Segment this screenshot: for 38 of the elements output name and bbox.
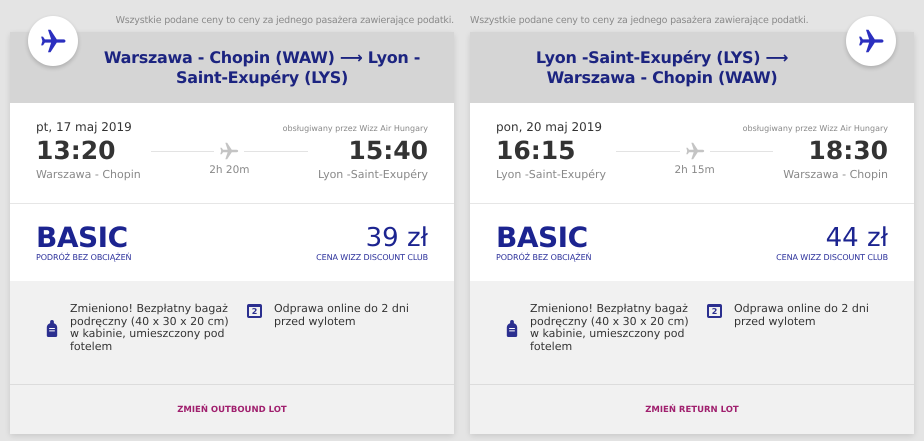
operator-text: obsługiwany przez Wizz Air Hungary bbox=[742, 124, 888, 133]
calendar-icon: 2 bbox=[707, 304, 722, 318]
operator-text: obsługiwany przez Wizz Air Hungary bbox=[282, 124, 428, 133]
change-flight-button[interactable]: ZMIEŃ RETURN LOT bbox=[641, 400, 743, 418]
arrival-airport: Lyon -Saint-Exupéry bbox=[318, 168, 428, 181]
flight-duration: 2h 20m bbox=[209, 164, 250, 176]
backpack-icon bbox=[46, 320, 58, 336]
arrival-airport: Warszawa - Chopin bbox=[783, 168, 888, 181]
flight-date: pt, 17 maj 2019 bbox=[36, 120, 132, 134]
flight-duration: 2h 15m bbox=[674, 164, 715, 176]
price-note: Wszystkie podane ceny to ceny za jednego pasażera zawierające podatki. bbox=[114, 14, 454, 28]
change-flight-button[interactable]: ZMIEŃ OUTBOUND LOT bbox=[173, 400, 291, 418]
arrival-time: 15:40 bbox=[347, 136, 428, 166]
price-label: CENA WIZZ DISCOUNT CLUB bbox=[316, 253, 428, 262]
price: 44 zł bbox=[824, 223, 888, 253]
fare-subtitle: PODRÓŻ BEZ OBCIĄŻEŃ bbox=[36, 253, 132, 262]
departure-airport: Lyon -Saint-Exupéry bbox=[496, 168, 606, 181]
fare-subtitle: PODRÓŻ BEZ OBCIĄŻEŃ bbox=[496, 253, 592, 262]
feature-text: Odprawa online do 2 dni przed wylotem bbox=[274, 303, 410, 330]
fare-name: BASIC bbox=[36, 223, 128, 253]
price-label: CENA WIZZ DISCOUNT CLUB bbox=[776, 253, 888, 262]
fare-name: BASIC bbox=[496, 223, 588, 253]
price: 39 zł bbox=[364, 223, 428, 253]
flight-date: pon, 20 maj 2019 bbox=[496, 120, 602, 134]
feature-text: Odprawa online do 2 dni przed wylotem bbox=[734, 303, 870, 330]
route-title: Lyon -Saint-Exupéry (LYS) ⟶ Warszawa - Chopin (WAW) bbox=[534, 48, 790, 88]
backpack-icon bbox=[506, 320, 518, 336]
calendar-icon: 2 bbox=[247, 304, 262, 318]
feature-text: Zmieniono! Bezpłatny bagaż podręczny (40 x 30 x 20 cm) w kabinie, umieszczony pod fotelem bbox=[70, 303, 230, 353]
feature-text: Zmieniono! Bezpłatny bagaż podręczny (40 x 30 x 20 cm) w kabinie, umieszczony pod fotelem bbox=[530, 303, 690, 353]
route-title: Warszawa - Chopin (WAW) ⟶ Lyon - Saint-Exupéry (LYS) bbox=[102, 48, 422, 88]
departure-airport: Warszawa - Chopin bbox=[36, 168, 141, 181]
airplane-icon bbox=[684, 140, 706, 162]
departure-time: 16:15 bbox=[496, 136, 577, 166]
price-note: Wszystkie podane ceny to ceny za jednego pasażera zawierające podatki. bbox=[470, 14, 810, 28]
airplane-icon bbox=[218, 140, 240, 162]
departure-time: 13:20 bbox=[36, 136, 117, 166]
arrival-time: 18:30 bbox=[807, 136, 888, 166]
